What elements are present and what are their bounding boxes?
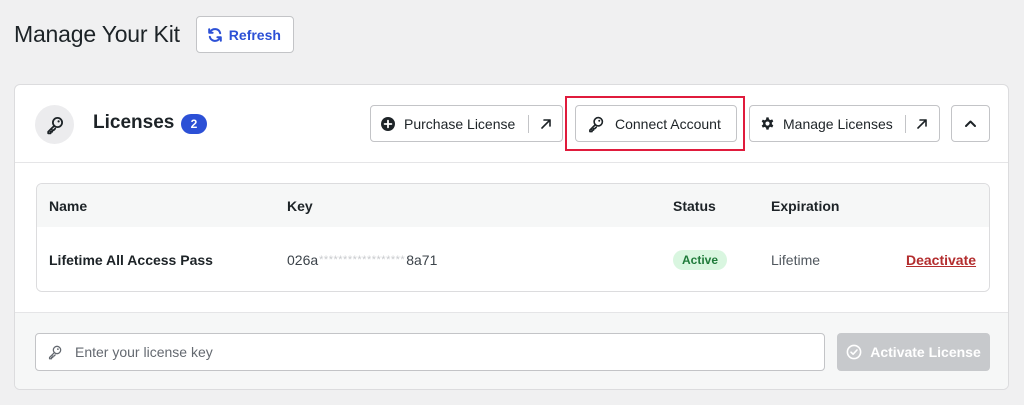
- license-expiration: Lifetime: [771, 251, 821, 268]
- page-header: Manage Your Kit Refresh: [14, 16, 294, 53]
- external-arrow-icon: [916, 118, 927, 129]
- page-title: Manage Your Kit: [14, 21, 180, 47]
- gear-icon: [761, 117, 774, 130]
- column-header-status: Status: [673, 197, 716, 214]
- license-name: Lifetime All Access Pass: [49, 251, 213, 268]
- purchase-license-button[interactable]: Purchase License: [370, 105, 563, 142]
- collapse-button[interactable]: [951, 105, 990, 142]
- manage-licenses-label: Manage Licenses: [783, 115, 893, 132]
- purchase-license-label: Purchase License: [404, 115, 516, 132]
- deactivate-link[interactable]: Deactivate: [906, 252, 976, 268]
- key-icon: [46, 116, 63, 134]
- license-key-prefix: 026a: [287, 251, 319, 268]
- table-header: Name Key Status Expiration: [37, 184, 989, 227]
- license-key-suffix: 8a71: [406, 251, 438, 268]
- activate-license-bar: Activate License: [15, 312, 1008, 389]
- license-key-input[interactable]: [75, 344, 775, 360]
- licenses-icon-badge: [35, 105, 74, 144]
- check-circle-icon: [846, 344, 862, 360]
- key-icon: [589, 116, 604, 132]
- license-key: 026a ****************** 8a71: [287, 252, 437, 268]
- button-divider: [904, 114, 906, 133]
- status-badge: Active: [673, 249, 728, 270]
- licenses-card: Licenses 2 Purchase License Connect Acco…: [14, 84, 1009, 390]
- activate-license-button[interactable]: Activate License: [837, 333, 990, 371]
- refresh-label: Refresh: [228, 26, 281, 43]
- activate-license-label: Activate License: [870, 344, 981, 360]
- connect-account-button[interactable]: Connect Account: [575, 105, 737, 142]
- licenses-title: Licenses: [93, 112, 175, 133]
- refresh-icon: [207, 27, 222, 42]
- refresh-button[interactable]: Refresh: [195, 16, 294, 53]
- table-row: Lifetime All Access Pass 026a **********…: [37, 227, 989, 291]
- connect-account-label: Connect Account: [615, 115, 721, 132]
- license-key-mask: ******************: [319, 253, 406, 266]
- button-divider: [528, 114, 530, 133]
- licenses-card-header: Licenses 2 Purchase License Connect Acco…: [15, 85, 1008, 163]
- chevron-up-icon: [965, 120, 976, 127]
- column-header-expiration: Expiration: [771, 197, 840, 214]
- plus-circle-icon: [381, 116, 395, 131]
- external-arrow-icon: [541, 118, 552, 129]
- license-key-field[interactable]: [35, 333, 825, 371]
- key-icon: [48, 345, 62, 360]
- licenses-count-badge: 2: [181, 114, 207, 134]
- column-header-key: Key: [287, 197, 313, 214]
- column-header-name: Name: [49, 197, 88, 214]
- manage-licenses-button[interactable]: Manage Licenses: [749, 105, 940, 142]
- licenses-table: Name Key Status Expiration Lifetime All …: [36, 183, 990, 292]
